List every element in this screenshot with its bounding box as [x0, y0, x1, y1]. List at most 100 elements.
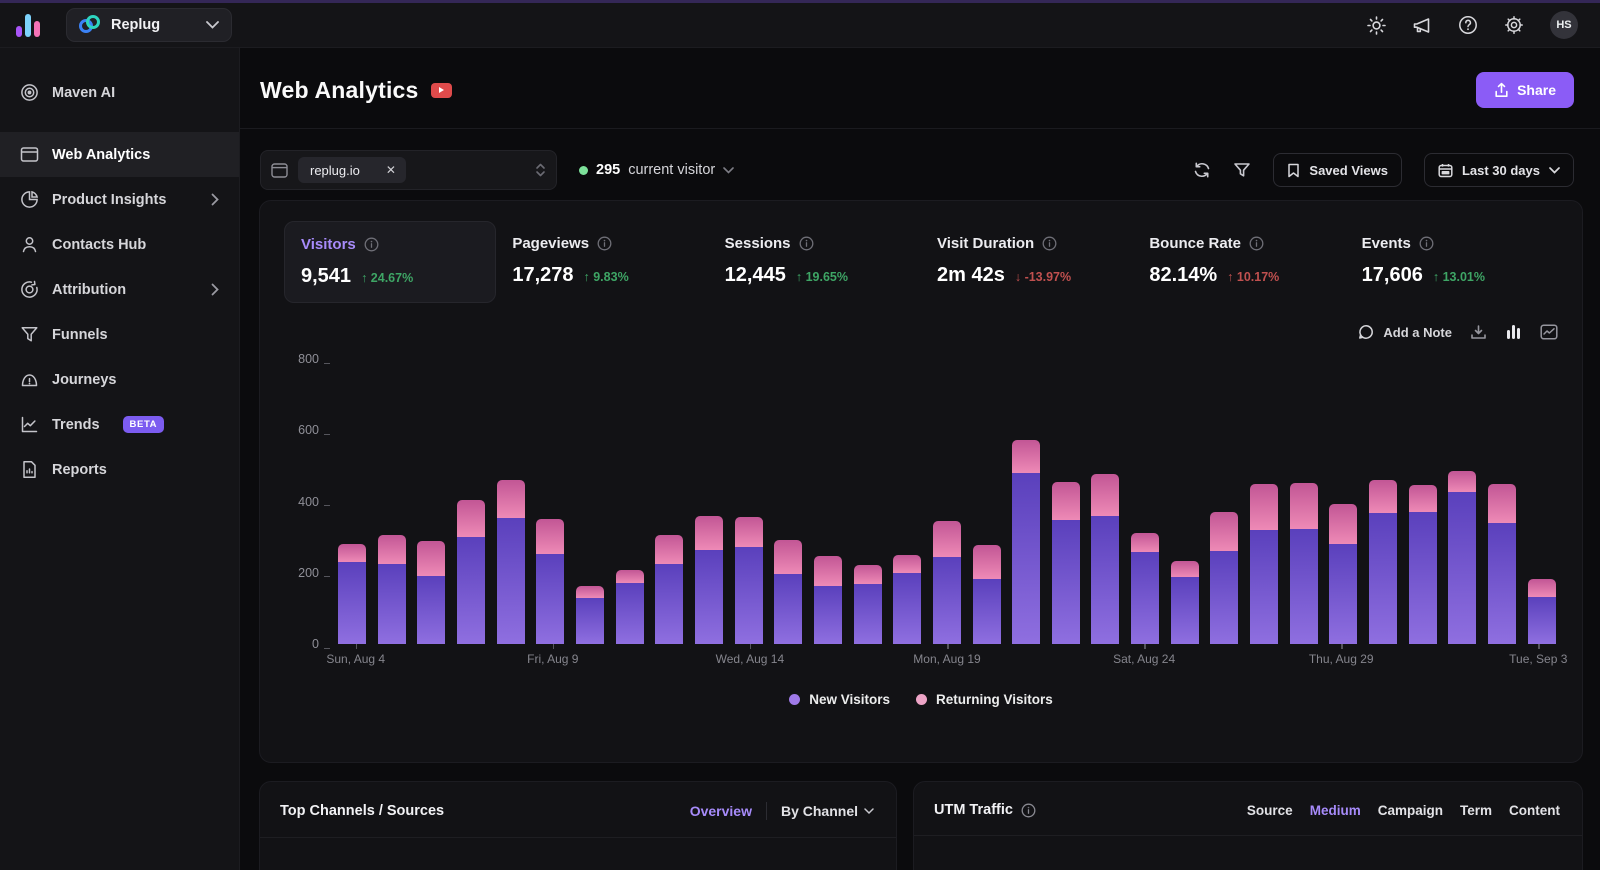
sidebar-item-maven-ai[interactable]: Maven AI [0, 70, 239, 115]
bar-Aug 17[interactable] [853, 565, 882, 644]
bar-Aug 14[interactable] [734, 516, 763, 644]
sidebar-item-reports[interactable]: Reports [0, 447, 239, 492]
app-logo-icon[interactable] [16, 13, 40, 37]
bar-Aug 11[interactable] [615, 569, 644, 644]
date-range-button[interactable]: Last 30 days [1423, 153, 1574, 187]
chevron-right-icon [211, 193, 219, 206]
site-chip[interactable]: replug.io ✕ [298, 157, 406, 183]
bar-Aug 28[interactable] [1289, 482, 1318, 644]
tab-overview[interactable]: Overview [690, 803, 752, 819]
chevron-down-icon [1549, 166, 1560, 174]
user-avatar[interactable]: HS [1550, 11, 1578, 39]
tab-utm-source[interactable]: Source [1247, 803, 1293, 818]
tab-by-channel[interactable]: By Channel [781, 803, 874, 819]
settings-gear-icon[interactable] [1504, 15, 1524, 35]
tab-utm-campaign[interactable]: Campaign [1378, 803, 1443, 818]
tab-utm-content[interactable]: Content [1509, 803, 1560, 818]
remove-site-icon[interactable]: ✕ [386, 163, 396, 177]
plot-area: Sun, Aug 4 Fri, Aug 9 Wed, Aug 14 Mon, Aug … [326, 359, 1567, 670]
info-icon[interactable] [1249, 236, 1264, 251]
youtube-tutorial-icon[interactable] [430, 82, 452, 98]
info-icon[interactable] [1419, 236, 1434, 251]
bar-Aug 18[interactable] [893, 554, 922, 644]
bar-Aug 9[interactable] [536, 518, 565, 644]
theme-toggle-icon[interactable] [1367, 15, 1386, 35]
calendar-icon [1438, 163, 1453, 177]
share-button[interactable]: Share [1476, 72, 1574, 108]
visitors-chart: 0 200 400 600 800 Sun, Aug 4 Fri, Aug 9 Wed, A… [284, 352, 1567, 670]
announcements-icon[interactable] [1412, 16, 1432, 35]
help-icon[interactable] [1458, 15, 1478, 35]
bar-Aug 7[interactable] [456, 499, 485, 644]
bar-Aug 5[interactable] [377, 535, 406, 644]
sidebar-label: Trends [52, 416, 100, 433]
tab-utm-medium[interactable]: Medium [1310, 803, 1361, 818]
info-icon[interactable] [1021, 803, 1036, 818]
chart-legend: New Visitors Returning Visitors [284, 692, 1558, 707]
info-icon[interactable] [1042, 236, 1057, 251]
add-note-button[interactable]: Add a Note [1358, 324, 1452, 340]
bar-Aug 13[interactable] [694, 516, 723, 644]
bar-Aug 31[interactable] [1408, 485, 1437, 644]
browser-icon [271, 162, 288, 178]
live-count: 295 [596, 162, 621, 178]
website-selector[interactable]: replug.io ✕ [260, 150, 557, 190]
sidebar-item-web-analytics[interactable]: Web Analytics [0, 132, 239, 177]
info-icon[interactable] [364, 237, 379, 252]
x-tick-label: Wed, Aug 14 [715, 652, 785, 666]
sidebar-item-attribution[interactable]: Attribution [0, 267, 239, 312]
stat-value: 17,606 [1361, 264, 1423, 286]
bar-Aug 8[interactable] [496, 480, 525, 644]
bar-Aug 6[interactable] [417, 540, 446, 644]
sidebar-item-trends[interactable]: Trends BETA [0, 402, 239, 447]
download-icon[interactable] [1470, 324, 1487, 340]
bar-Aug 26[interactable] [1210, 512, 1239, 644]
refresh-icon[interactable] [1193, 161, 1211, 179]
filter-funnel-icon[interactable] [1233, 162, 1251, 179]
legend-returning-visitors[interactable]: Returning Visitors [916, 692, 1053, 707]
stat-card-bounce-rate[interactable]: Bounce Rate 82.14% ↑ 10.17% [1133, 221, 1345, 303]
bar-Aug 25[interactable] [1170, 561, 1199, 644]
stat-card-visitors[interactable]: Visitors 9,541 ↑ 24.67% [284, 221, 497, 303]
bar-Aug 16[interactable] [813, 555, 842, 644]
sidebar-label: Attribution [52, 281, 127, 298]
bar-Aug 12[interactable] [655, 535, 684, 644]
stat-card-pageviews[interactable]: Pageviews 17,278 ↑ 9.83% [496, 221, 708, 303]
bar-Aug 29[interactable] [1329, 503, 1358, 644]
legend-new-visitors[interactable]: New Visitors [789, 692, 890, 707]
stat-change: ↑ 9.83% [583, 270, 629, 284]
bar-Aug 21[interactable] [1012, 439, 1041, 644]
info-icon[interactable] [597, 236, 612, 251]
topbar: Replug HS [0, 3, 1600, 48]
sidebar-item-funnels[interactable]: Funnels [0, 312, 239, 357]
stat-card-events[interactable]: Events 17,606 ↑ 13.01% [1346, 221, 1558, 303]
line-chart-view-icon[interactable] [1540, 324, 1558, 340]
bar-Aug 15[interactable] [774, 540, 803, 644]
stat-card-visit-duration[interactable]: Visit Duration 2m 42s ↓ -13.97% [921, 221, 1133, 303]
bar-Aug 19[interactable] [932, 521, 961, 644]
bar-Aug 10[interactable] [575, 585, 604, 644]
sidebar-item-journeys[interactable]: Journeys [0, 357, 239, 402]
bar-chart-view-icon[interactable] [1505, 324, 1522, 340]
bar-Aug 27[interactable] [1250, 484, 1279, 644]
workspace-selector[interactable]: Replug [66, 8, 232, 42]
bar-Aug 30[interactable] [1369, 479, 1398, 644]
journey-icon [20, 370, 39, 389]
sidebar-item-contacts-hub[interactable]: Contacts Hub [0, 222, 239, 267]
current-visitors[interactable]: 295 current visitor [579, 162, 735, 178]
info-icon[interactable] [799, 236, 814, 251]
bar-Aug 23[interactable] [1091, 474, 1120, 644]
tab-utm-term[interactable]: Term [1460, 803, 1492, 818]
bar-Aug 4[interactable] [338, 544, 366, 644]
stat-card-sessions[interactable]: Sessions 12,445 ↑ 19.65% [709, 221, 921, 303]
share-label: Share [1517, 82, 1556, 98]
bar-Sep 2[interactable] [1488, 484, 1517, 644]
bar-Sep 1[interactable] [1448, 470, 1477, 644]
bar-Sep 3[interactable] [1527, 578, 1556, 644]
bar-Aug 24[interactable] [1131, 532, 1160, 644]
sidebar-label: Maven AI [52, 84, 116, 101]
saved-views-button[interactable]: Saved Views [1273, 153, 1402, 187]
sidebar-item-product-insights[interactable]: Product Insights [0, 177, 239, 222]
bar-Aug 22[interactable] [1051, 481, 1080, 644]
bar-Aug 20[interactable] [972, 544, 1001, 644]
